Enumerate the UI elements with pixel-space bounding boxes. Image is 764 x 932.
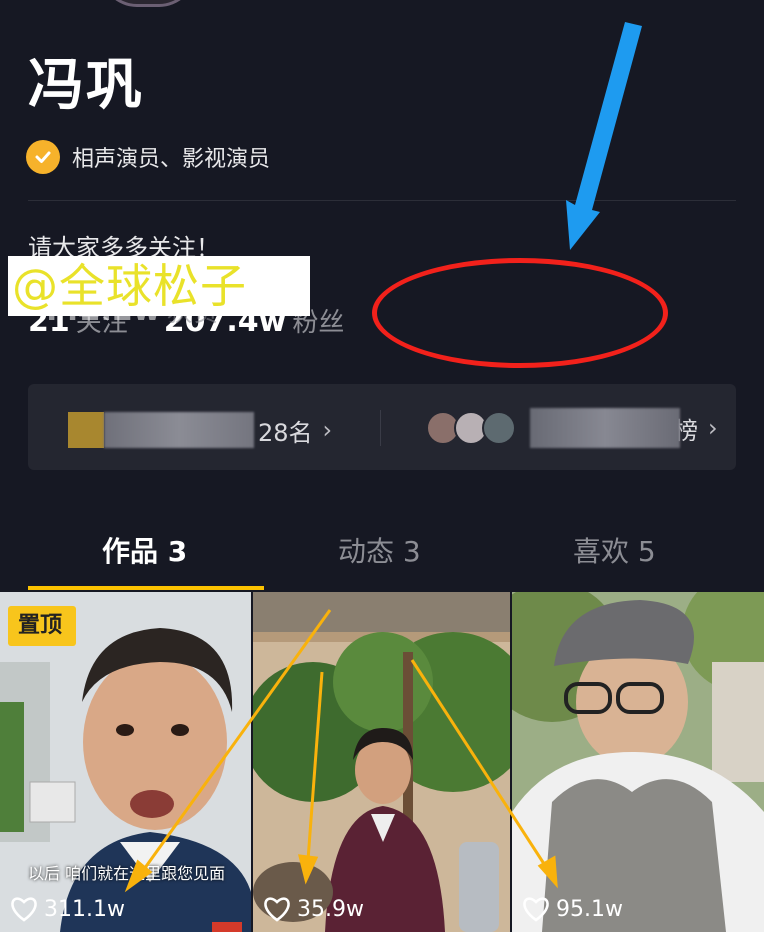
verification-text: 相声演员、影视演员 — [72, 147, 271, 172]
video-grid: 置顶 以后 咱们就在这里跟您见面 311.1w 35.9w 95.1w — [0, 592, 764, 932]
likes-count: 95.1w — [556, 896, 623, 922]
active-tab-indicator — [28, 586, 264, 590]
rank-left-entry[interactable]: 28名 › — [68, 412, 332, 448]
video-thumbnail[interactable]: 95.1w — [512, 592, 764, 932]
video-likes: 311.1w — [10, 896, 125, 922]
blue-arrow — [566, 22, 642, 250]
video-likes: 35.9w — [263, 896, 364, 922]
video-thumbnail[interactable]: 35.9w — [253, 592, 510, 932]
likes-count: 311.1w — [44, 896, 125, 922]
profile-name: 冯巩 — [28, 53, 144, 118]
video-3-image — [512, 592, 764, 932]
video-2-image — [253, 592, 510, 932]
tab-bar: 作品 3 动态 3 喜欢 5 — [0, 530, 764, 592]
video-caption: 以后 咱们就在这里跟您见面 — [28, 864, 226, 883]
rank-bar: 28名 › 榜 › — [28, 384, 736, 470]
heart-icon — [523, 897, 549, 922]
rank-right-entry[interactable]: 榜 › — [426, 408, 718, 448]
video-thumbnail[interactable]: 置顶 以后 咱们就在这里跟您见面 311.1w — [0, 592, 251, 932]
heart-icon — [11, 897, 37, 922]
highlight-circle — [372, 258, 668, 368]
tab-likes[interactable]: 喜欢 5 — [573, 530, 656, 570]
blurred-region — [530, 408, 680, 448]
tab-dynamics[interactable]: 动态 3 — [338, 530, 421, 570]
blurred-region — [104, 412, 254, 448]
verified-check-icon — [26, 140, 60, 174]
tab-works[interactable]: 作品 3 — [102, 530, 187, 570]
verification: 相声演员、影视演员 — [26, 140, 270, 174]
video-likes: 95.1w — [522, 896, 623, 922]
rank-medal-icon — [68, 412, 104, 448]
divider — [28, 200, 736, 201]
chevron-right-icon: › — [708, 414, 718, 442]
chevron-right-icon: › — [322, 416, 333, 444]
fan-avatar — [482, 411, 516, 445]
avatar[interactable] — [100, 0, 196, 7]
watermark-text: @全球松子 — [8, 256, 310, 316]
pinned-badge: 置顶 — [8, 606, 77, 646]
rank-separator — [380, 410, 381, 446]
rank-left-label: 28名 — [258, 418, 313, 447]
likes-count: 35.9w — [297, 896, 364, 922]
heart-icon — [264, 897, 290, 922]
